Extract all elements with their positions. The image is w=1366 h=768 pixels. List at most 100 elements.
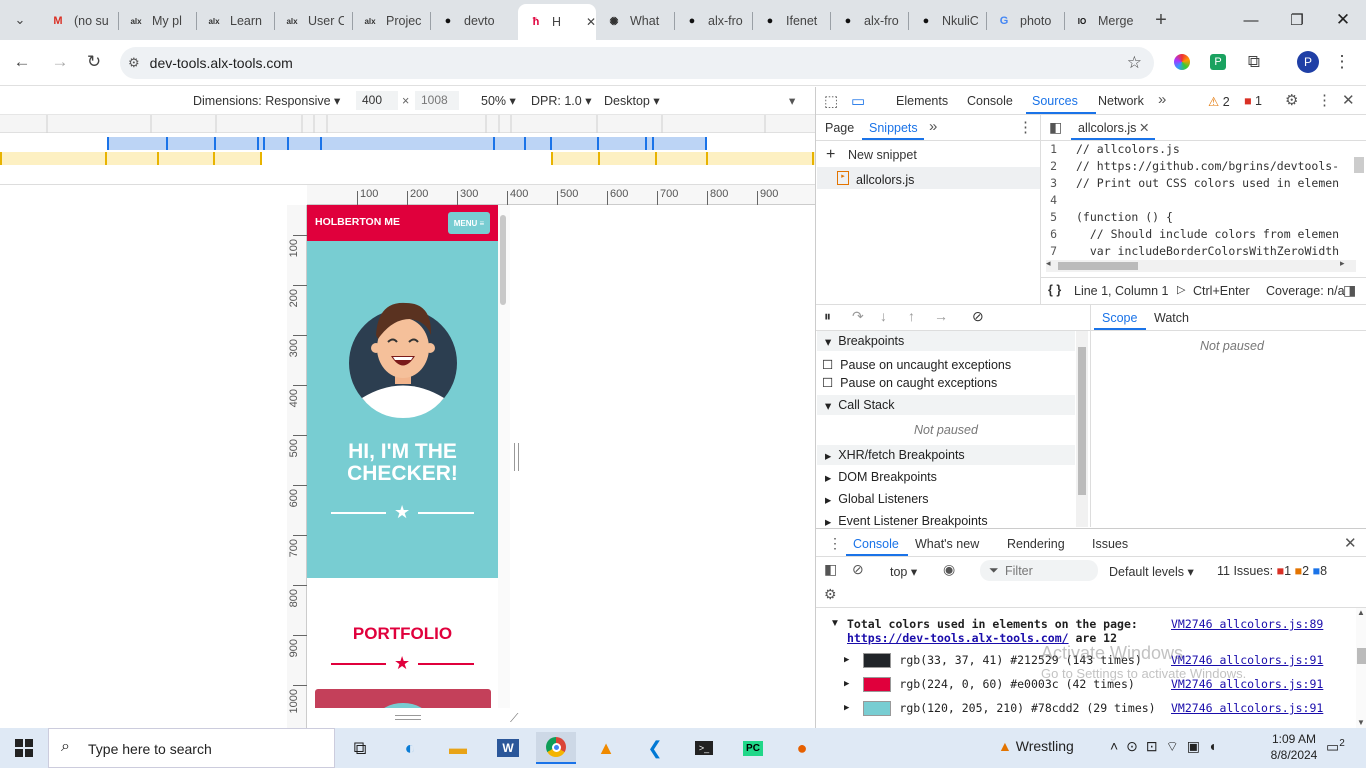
more-tabs-icon[interactable]: » <box>1158 91 1166 108</box>
summary-source-link[interactable]: VM2746 allcolors.js:89 <box>1171 617 1323 631</box>
device-mode-select[interactable]: Desktop ▾ <box>604 93 660 108</box>
new-tab-plus-icon[interactable]: + <box>1147 6 1175 34</box>
tab-scope[interactable]: Scope <box>1102 311 1137 325</box>
console-settings-gear-icon[interactable]: ⚙ <box>824 586 837 603</box>
zoom-select[interactable]: 50% ▾ <box>481 93 516 108</box>
expand-row-icon[interactable]: ▶ <box>844 679 849 689</box>
browser-tab[interactable]: alx My pl <box>118 6 196 36</box>
console-scrollbar[interactable]: ▲ ▼ <box>1356 608 1366 729</box>
clock[interactable]: 1:09 AM 8/8/2024 <box>1264 732 1324 762</box>
summary-url-link[interactable]: https://dev-tools.alx-tools.com/ <box>847 631 1069 645</box>
extensions-puzzle-icon[interactable]: ⧉ <box>1240 48 1268 76</box>
drawer-tab-whats-new[interactable]: What's new <box>915 537 979 551</box>
drawer-tab-rendering[interactable]: Rendering <box>1007 537 1065 551</box>
toggle-debugger-sidebar-icon[interactable]: ◨ <box>1343 282 1356 299</box>
tab-network[interactable]: Network <box>1098 94 1144 108</box>
editor-vscroll-thumb[interactable] <box>1354 157 1364 173</box>
log-levels-select[interactable]: Default levels ▾ <box>1109 564 1194 579</box>
browser-tab[interactable]: ħ H ✕ <box>518 4 596 40</box>
device-size-presets-bar[interactable] <box>0 115 815 133</box>
tab-console[interactable]: Console <box>967 94 1013 108</box>
xhr-breakpoints-header[interactable]: ▸ XHR/fetch Breakpoints <box>817 445 1075 465</box>
new-snippet-button[interactable]: New snippet <box>848 148 917 162</box>
code-line[interactable]: var includeBorderColorsWithZeroWidth <box>1076 244 1339 258</box>
nav-more-icon[interactable]: » <box>929 118 937 135</box>
height-input[interactable]: 1008 <box>415 91 459 110</box>
snippet-file-row[interactable]: ▸ allcolors.js <box>817 167 1040 189</box>
code-editor[interactable]: 1 // allcolors.js 2 // https://github.com/b… <box>1041 141 1356 260</box>
task-view-icon[interactable]: ⧉ <box>340 732 380 764</box>
errors-badge[interactable]: ■ 1 <box>1244 94 1262 108</box>
reload-icon[interactable]: ↻ <box>80 48 108 76</box>
debugger-scrollbar[interactable] <box>1076 331 1088 527</box>
site-info-icon[interactable]: ⚙ <box>128 55 140 71</box>
edge-icon[interactable]: ◐ <box>390 732 430 764</box>
clear-console-icon[interactable]: ⊘ <box>852 561 864 578</box>
nav-tab-snippets[interactable]: Snippets <box>869 121 918 135</box>
firefox-icon[interactable]: ● <box>782 732 822 764</box>
editor-hscroll[interactable]: ◂ ▸ <box>1046 258 1356 272</box>
windows-start-icon[interactable] <box>4 732 44 764</box>
browser-tab[interactable]: ● NkuliC <box>908 6 986 36</box>
run-snippet-icon[interactable]: ▷ <box>1177 283 1185 296</box>
width-input[interactable]: 400 <box>356 91 398 110</box>
nav-tab-page[interactable]: Page <box>825 121 854 135</box>
dpr-select[interactable]: DPR: 1.0 ▾ <box>531 93 591 108</box>
dom-breakpoints-header[interactable]: ▸ DOM Breakpoints <box>817 467 1075 487</box>
source-link[interactable]: VM2746 allcolors.js:91 <box>1171 701 1323 715</box>
tab-watch[interactable]: Watch <box>1154 311 1189 325</box>
expand-row-icon[interactable]: ▶ <box>844 703 849 713</box>
breakpoints-header[interactable]: ▾ Breakpoints <box>817 331 1075 351</box>
address-bar[interactable]: ⚙ dev-tools.alx-tools.com ☆ <box>120 47 1154 79</box>
chrome-icon[interactable] <box>536 732 576 764</box>
issues-counter[interactable]: 11 Issues: ■1 ■2 ■8 <box>1217 564 1327 578</box>
close-tab-icon[interactable]: ✕ <box>586 15 596 29</box>
pretty-print-icon[interactable]: { } <box>1048 283 1061 297</box>
vlc-icon[interactable]: ▲ <box>586 732 626 764</box>
vscode-icon[interactable]: ❮ <box>635 732 675 764</box>
nav-menu-icon[interactable]: ⋮ <box>1018 118 1033 136</box>
inspect-element-icon[interactable]: ⬚ <box>824 92 838 110</box>
extension-colorpick-icon[interactable] <box>1168 48 1196 76</box>
min-width-media-bar[interactable] <box>0 152 815 165</box>
viewport-scroll-thumb[interactable] <box>500 215 506 305</box>
browser-tab[interactable]: ● alx-fro <box>674 6 752 36</box>
browser-tab[interactable]: ✺ What <box>596 6 674 36</box>
step-into-icon[interactable]: ↓ <box>880 308 887 324</box>
expand-row-icon[interactable]: ▶ <box>844 655 849 665</box>
browser-tab[interactable]: ● devto <box>430 6 518 36</box>
editor-hscroll-thumb[interactable] <box>1058 262 1138 270</box>
weather-widget[interactable]: ▲ Wrestling <box>998 738 1074 754</box>
file-explorer-icon[interactable]: ▬ <box>438 732 478 764</box>
browser-tab[interactable]: alx Learn <box>196 6 274 36</box>
browser-tab[interactable]: Gphoto <box>986 6 1064 36</box>
back-arrow-icon[interactable]: ← <box>8 48 36 76</box>
tab-search-chevron-icon[interactable]: ⌄ <box>6 6 34 34</box>
global-listeners-header[interactable]: ▸ Global Listeners <box>817 489 1075 509</box>
bookmark-star-icon[interactable]: ☆ <box>1127 53 1142 73</box>
context-select[interactable]: top ▾ <box>890 564 917 579</box>
code-line[interactable]: // allcolors.js <box>1076 142 1180 156</box>
resize-corner-icon[interactable]: ⟋ <box>510 711 518 726</box>
word-icon[interactable]: W <box>488 732 528 764</box>
tab-elements[interactable]: Elements <box>896 94 948 108</box>
close-drawer-icon[interactable]: ✕ <box>1344 534 1357 552</box>
call-stack-header[interactable]: ▾ Call Stack <box>817 395 1075 415</box>
terminal-icon[interactable]: >_ <box>684 732 724 764</box>
pause-uncaught-option[interactable]: ☐ Pause on uncaught exceptions <box>822 357 1011 372</box>
restore-window-icon[interactable]: ❐ <box>1274 0 1320 40</box>
notification-center-icon[interactable]: ▭2 <box>1326 738 1345 756</box>
toggle-navigator-icon[interactable]: ◧ <box>1049 119 1062 136</box>
forward-arrow-icon[interactable]: → <box>46 48 74 76</box>
profile-avatar[interactable]: P <box>1294 48 1322 76</box>
step-out-icon[interactable]: ↑ <box>908 308 915 324</box>
extension-shield-icon[interactable]: P <box>1204 48 1232 76</box>
browser-tab[interactable]: alx User C <box>274 6 352 36</box>
device-toolbar-toggle-icon[interactable]: ▭ <box>851 92 865 110</box>
url-text[interactable]: dev-tools.alx-tools.com <box>150 55 293 71</box>
taskbar-search-box[interactable]: ⌕ Type here to search <box>48 728 335 768</box>
browser-tab[interactable]: ● Ifenet <box>752 6 830 36</box>
pycharm-icon[interactable]: PC <box>733 732 773 764</box>
system-tray-icons[interactable]: ˄⊙⊡⌔▣◖ <box>1110 738 1224 756</box>
device-toolbar-more-icon[interactable]: ▾ <box>789 93 795 108</box>
